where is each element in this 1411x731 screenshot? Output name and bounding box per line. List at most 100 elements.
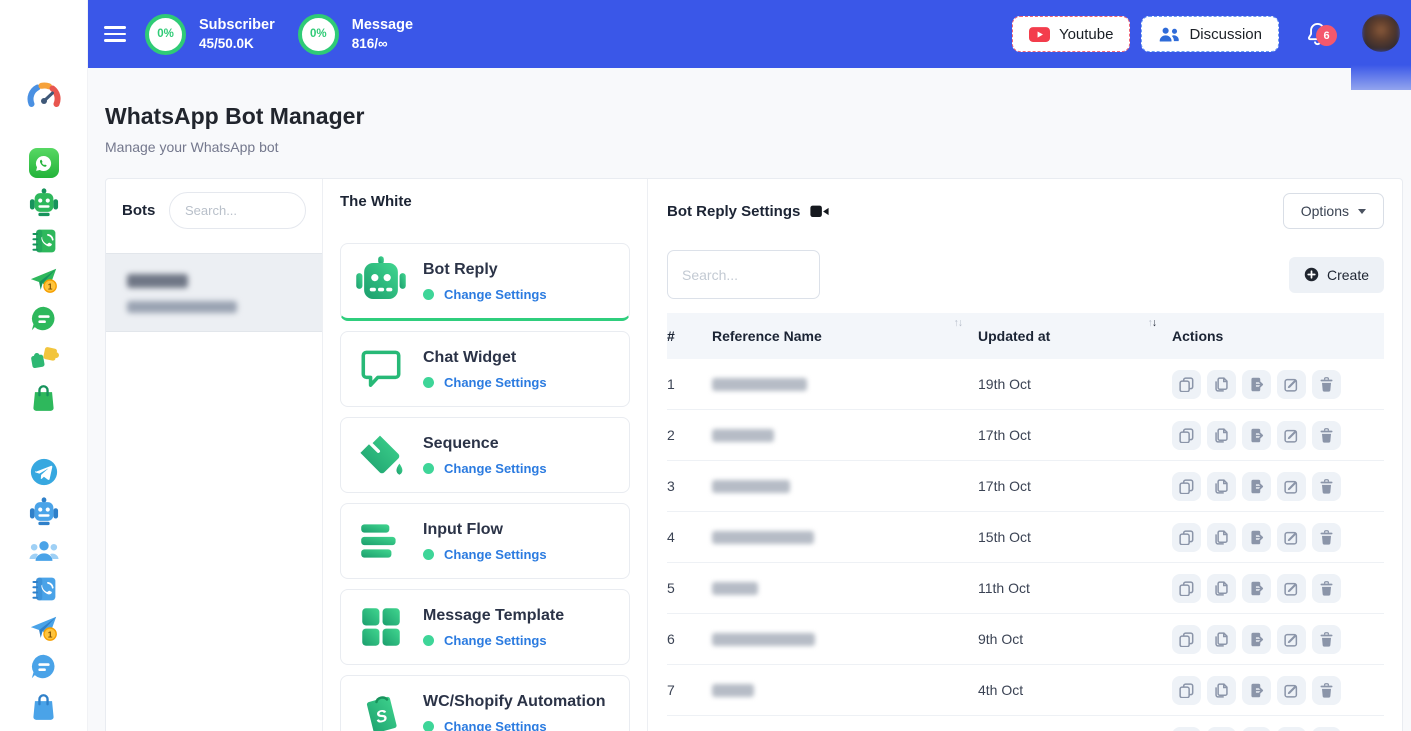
col-header-reference-name[interactable]: Reference Name ↑↓	[712, 313, 978, 359]
redacted-bot-phone	[127, 301, 237, 313]
clone-button[interactable]	[1207, 727, 1236, 731]
clone-button[interactable]	[1207, 574, 1236, 603]
export-button[interactable]	[1242, 421, 1271, 450]
edit-button[interactable]	[1277, 727, 1306, 731]
delete-button[interactable]	[1312, 370, 1341, 399]
edit-button[interactable]	[1277, 472, 1306, 501]
edit-button[interactable]	[1277, 676, 1306, 705]
discussion-button[interactable]: Discussion	[1141, 16, 1279, 52]
table-search-input[interactable]	[667, 250, 820, 299]
export-button[interactable]	[1242, 676, 1271, 705]
edit-button[interactable]	[1277, 574, 1306, 603]
delete-button[interactable]	[1312, 574, 1341, 603]
clone-icon	[1214, 632, 1229, 647]
clone-icon	[1214, 428, 1229, 443]
export-button[interactable]	[1242, 370, 1271, 399]
export-button[interactable]	[1242, 625, 1271, 654]
create-button[interactable]: Create	[1289, 257, 1384, 293]
clone-button[interactable]	[1207, 370, 1236, 399]
edit-button[interactable]	[1277, 370, 1306, 399]
settings-card-input-flow[interactable]: Input FlowChange Settings	[340, 503, 630, 579]
settings-card-sequence[interactable]: SequenceChange Settings	[340, 417, 630, 493]
delete-button[interactable]	[1312, 523, 1341, 552]
duplicate-button[interactable]	[1172, 472, 1201, 501]
export-button[interactable]	[1242, 472, 1271, 501]
clone-icon	[1214, 377, 1229, 392]
change-settings-link[interactable]: Change Settings	[444, 287, 547, 302]
edit-icon	[1284, 632, 1299, 647]
edit-button[interactable]	[1277, 523, 1306, 552]
sidebar-item-whatsapp-bot[interactable]	[29, 187, 59, 217]
duplicate-button[interactable]	[1172, 676, 1201, 705]
duplicate-button[interactable]	[1172, 727, 1201, 731]
menu-toggle-button[interactable]	[104, 22, 128, 47]
settings-card-bot-reply[interactable]: Bot ReplyChange Settings	[340, 243, 630, 321]
sidebar-item-whatsapp-broadcasting[interactable]: 1	[29, 265, 59, 295]
clone-button[interactable]	[1207, 523, 1236, 552]
youtube-button[interactable]: Youtube	[1012, 16, 1131, 52]
delete-button[interactable]	[1312, 421, 1341, 450]
duplicate-button[interactable]	[1172, 523, 1201, 552]
delete-icon	[1319, 632, 1334, 647]
clone-button[interactable]	[1207, 472, 1236, 501]
edit-button[interactable]	[1277, 421, 1306, 450]
sidebar-item-whatsapp-contacts[interactable]	[29, 226, 59, 256]
sidebar-item-whatsapp-live-chat[interactable]	[29, 304, 59, 334]
delete-icon	[1319, 428, 1334, 443]
bots-column-title: Bots	[122, 202, 155, 219]
sidebar-item-integrations[interactable]	[29, 343, 59, 373]
delete-button[interactable]	[1312, 727, 1341, 731]
card-title: Chat Widget	[423, 349, 547, 367]
duplicate-button[interactable]	[1172, 574, 1201, 603]
settings-card-chat-widget[interactable]: Chat Widget Change Settings	[340, 331, 630, 407]
clone-icon	[1214, 479, 1229, 494]
status-dot-icon	[423, 463, 434, 474]
change-settings-link[interactable]: Change Settings	[444, 547, 547, 562]
sidebar-item-telegram-broadcasting[interactable]: 1	[29, 613, 59, 643]
export-button[interactable]	[1242, 523, 1271, 552]
export-button[interactable]	[1242, 727, 1271, 731]
delete-button[interactable]	[1312, 472, 1341, 501]
bots-search-input[interactable]	[169, 192, 306, 229]
duplicate-button[interactable]	[1172, 421, 1201, 450]
notifications-button[interactable]: 6	[1305, 16, 1335, 52]
col-header-num: #	[667, 313, 712, 359]
redacted-reference-name	[712, 684, 754, 697]
sidebar-item-telegram-group[interactable]	[29, 535, 59, 565]
export-button[interactable]	[1242, 574, 1271, 603]
duplicate-icon	[1179, 632, 1194, 647]
delete-button[interactable]	[1312, 676, 1341, 705]
sidebar-item-telegram-live-chat[interactable]	[29, 652, 59, 682]
clone-button[interactable]	[1207, 421, 1236, 450]
bot-list-item-selected[interactable]	[106, 253, 322, 332]
sidebar-item-whatsapp-store[interactable]	[29, 382, 59, 412]
delete-button[interactable]	[1312, 625, 1341, 654]
sidebar-item-telegram-store[interactable]	[29, 691, 59, 721]
sidebar-item-telegram-bot[interactable]	[29, 496, 59, 526]
sort-icon[interactable]: ↑↓	[1148, 318, 1157, 329]
change-settings-link[interactable]: Change Settings	[444, 375, 547, 390]
change-settings-link[interactable]: Change Settings	[444, 719, 547, 731]
redacted-reference-name	[712, 582, 758, 595]
row-number: 4	[667, 529, 712, 545]
duplicate-button[interactable]	[1172, 370, 1201, 399]
sidebar-item-whatsapp[interactable]	[29, 148, 59, 178]
edit-button[interactable]	[1277, 625, 1306, 654]
settings-card-message-template[interactable]: Message TemplateChange Settings	[340, 589, 630, 665]
options-button[interactable]: Options	[1283, 193, 1384, 229]
avatar[interactable]	[1362, 14, 1400, 52]
clone-button[interactable]	[1207, 676, 1236, 705]
change-settings-link[interactable]: Change Settings	[444, 633, 547, 648]
clone-button[interactable]	[1207, 625, 1236, 654]
change-settings-link[interactable]: Change Settings	[444, 461, 547, 476]
video-tutorial-icon[interactable]	[810, 203, 829, 220]
table-row: 317th Oct	[667, 461, 1384, 512]
settings-card-wc-shopify-automation[interactable]: SWC/Shopify AutomationChange Settings	[340, 675, 630, 731]
sidebar-item-telegram-contacts[interactable]	[29, 574, 59, 604]
row-number: 7	[667, 682, 712, 698]
duplicate-button[interactable]	[1172, 625, 1201, 654]
sort-icon[interactable]: ↑↓	[954, 318, 963, 329]
dashboard-logo-icon[interactable]	[27, 79, 61, 111]
sidebar-item-telegram[interactable]	[29, 457, 59, 487]
col-header-updated-at[interactable]: Updated at ↑↓	[978, 313, 1172, 359]
